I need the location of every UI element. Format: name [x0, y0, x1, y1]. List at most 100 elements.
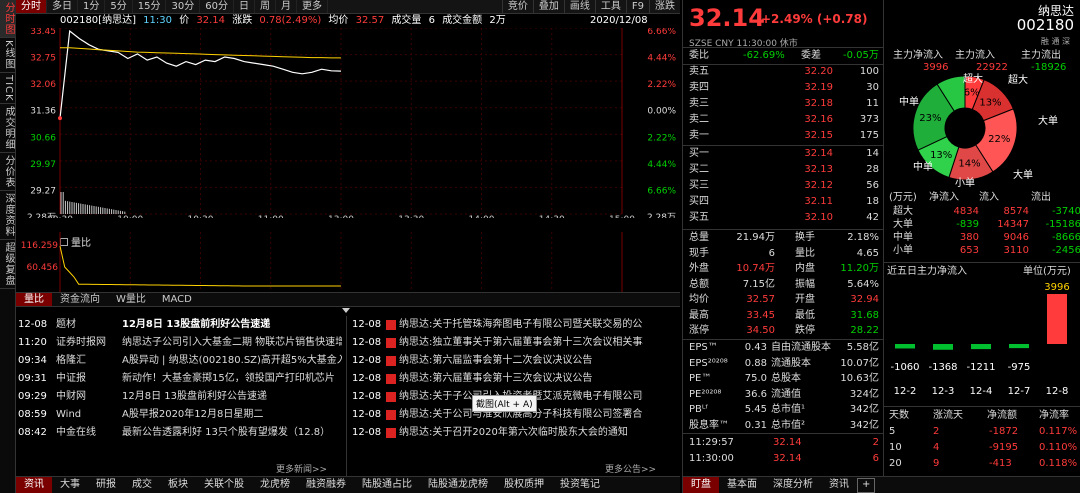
period-tab-2[interactable]: 1分 — [78, 0, 106, 13]
period-tab-4[interactable]: 15分 — [133, 0, 167, 13]
period-tab-0[interactable]: 分时 — [16, 0, 47, 13]
period-tab-6[interactable]: 60分 — [200, 0, 234, 13]
volume-ratio-chart[interactable]: 116.259 60.456 — [16, 232, 680, 292]
stat-value: 21.94万 — [736, 232, 775, 243]
tool-button-4[interactable]: F9 — [625, 0, 649, 13]
info-tab-6[interactable]: 龙虎榜 — [252, 477, 298, 493]
news-row[interactable]: 09:29 中财网 12月8日 13股盘前利好公告速递 — [16, 388, 346, 406]
period-tab-9[interactable]: 月 — [276, 0, 297, 13]
info-tab-9[interactable]: 陆股通龙虎榜 — [420, 477, 496, 493]
period-tab-10[interactable]: 更多 — [297, 0, 328, 13]
collapse-caret-icon[interactable] — [342, 308, 350, 313]
news-row[interactable]: 08:42 中金在线 最新公告透露利好 13只个股有望爆发（12.8） — [16, 424, 346, 442]
quote-tab-2[interactable]: 深度分析 — [765, 477, 821, 493]
book-volume: 18 — [866, 196, 879, 207]
info-tab-4[interactable]: 板块 — [160, 477, 196, 493]
announcement-title: 纳思达:第六届董事会第十三次会议决议公告 — [399, 373, 593, 384]
news-source: 中财网 — [56, 391, 86, 402]
period-tab-1[interactable]: 多日 — [47, 0, 78, 13]
fund-value: 0.43 — [744, 342, 767, 353]
more-news-link[interactable]: 更多新闻>> — [276, 462, 327, 475]
info-tab-2[interactable]: 研报 — [88, 477, 124, 493]
tool-button-0[interactable]: 竞价 — [501, 0, 533, 13]
y2-tick: 6.66% — [647, 186, 676, 196]
period-tab-8[interactable]: 周 — [255, 0, 276, 13]
fund-label: EPS™ — [689, 342, 718, 353]
left-tab-5[interactable]: 深度资料 — [0, 191, 16, 241]
stock-tags: 融 通 深 — [1040, 37, 1070, 46]
announcement-row[interactable]: 12-08 纳思达:关于托管珠海奔图电子有限公司暨关联交易的公告 — [348, 316, 648, 334]
add-tab-icon[interactable]: + — [857, 478, 876, 493]
five-day-bar — [933, 344, 953, 350]
news-source: 中金在线 — [56, 427, 96, 438]
period-tab-3[interactable]: 5分 — [105, 0, 133, 13]
left-tab-1[interactable]: K线图 — [0, 38, 16, 73]
intraday-price-chart[interactable]: 33.45 32.75 32.06 31.36 30.66 29.97 29.27 2.28万… — [16, 28, 680, 218]
info-tab-5[interactable]: 关联个股 — [196, 477, 252, 493]
info-tab-11[interactable]: 投资笔记 — [552, 477, 608, 493]
info-tab-10[interactable]: 股权质押 — [496, 477, 552, 493]
tool-button-2[interactable]: 画线 — [563, 0, 595, 13]
news-row[interactable]: 11:20 证券时报网 纳思达子公司引入大基金二期 物联芯片销售快速增长 — [16, 334, 346, 352]
fund-label: PE²⁰²⁰⁸ — [689, 388, 722, 400]
indicator-tab-2[interactable]: W量比 — [108, 293, 154, 306]
announcement-row[interactable]: 12-08 纳思达:独立董事关于第六届董事会第十三次会议相关事项的独立意见 — [348, 334, 648, 352]
stat-label: 最高 — [689, 309, 709, 321]
y-tick: 32.75 — [30, 54, 56, 64]
indicator-tab-3[interactable]: MACD — [154, 293, 200, 306]
left-tab-6[interactable]: 超级复盘 — [0, 240, 16, 290]
days-cell: -413 — [989, 458, 1012, 469]
news-row[interactable]: 12-08 题材 12月8日 13股盘前利好公告速递 — [16, 316, 346, 334]
five-day-bar — [895, 344, 915, 349]
period-tab-5[interactable]: 30分 — [166, 0, 201, 13]
left-tab-3[interactable]: 成交明细 — [0, 104, 16, 154]
current-time: 11:30 — [143, 15, 172, 26]
pdf-icon — [386, 410, 396, 420]
info-tab-1[interactable]: 大事 — [52, 477, 88, 493]
period-tab-7[interactable]: 日 — [234, 0, 255, 13]
days-cell: -9195 — [989, 442, 1019, 453]
tool-button-1[interactable]: 叠加 — [532, 0, 564, 13]
five-day-date: 12-3 — [932, 386, 955, 397]
info-tab-7[interactable]: 融资融券 — [298, 477, 354, 493]
tool-button-3[interactable]: 工具 — [594, 0, 626, 13]
stat-label: 最低 — [795, 309, 815, 321]
left-tab-0[interactable]: 分时图 — [0, 0, 16, 38]
pie-label: 超大 — [963, 72, 983, 85]
info-tab-0[interactable]: 资讯 — [16, 477, 52, 493]
announcement-row[interactable]: 12-08 纳思达:第六届监事会第十二次会议决议公告 — [348, 352, 648, 370]
quote-tab-1[interactable]: 基本面 — [719, 477, 765, 493]
info-tab-8[interactable]: 陆股通占比 — [354, 477, 420, 493]
x-tick: 10:00 — [117, 215, 143, 218]
amt-label: 成交金额 — [442, 15, 483, 26]
weicha-value: -0.05万 — [843, 50, 879, 61]
book-level: 买二 — [689, 164, 709, 175]
indicator-tab-1[interactable]: 资金流向 — [52, 293, 108, 306]
news-row[interactable]: 09:31 中证报 新动作！大基金豪掷15亿，领投国产打印机芯片 — [16, 370, 346, 388]
quote-tab-3[interactable]: 资讯 — [821, 477, 857, 493]
quote-tab-0[interactable]: 盯盘 — [683, 477, 719, 493]
news-row[interactable]: 08:59 Wind A股早报2020年12月8日星期二 — [16, 406, 346, 424]
days-head: 涨流天 — [933, 410, 963, 421]
news-time: 09:29 — [18, 391, 47, 402]
announcement-date: 12-08 — [352, 427, 382, 438]
stat-label: 换手 — [795, 232, 815, 243]
fund-value: 10.07亿 — [840, 357, 879, 369]
more-announcements-link[interactable]: 更多公告>> — [605, 462, 656, 475]
indicator-tab-0[interactable]: 量比 — [16, 293, 52, 306]
news-time: 09:34 — [18, 355, 47, 366]
left-tab-2[interactable]: TICK — [0, 73, 16, 105]
left-tab-4[interactable]: 分价表 — [0, 153, 16, 192]
days-cell: 0.118% — [1039, 458, 1078, 469]
fund-value: 0.31 — [744, 419, 767, 431]
book-price: 32.14 — [804, 148, 833, 159]
chg-value: 0.78(2.49%) — [259, 15, 322, 26]
price-value: 32.14 — [196, 15, 226, 26]
announcement-row[interactable]: 12-08 纳思达:关于召开2020年第六次临时股东大会的通知 — [348, 424, 648, 442]
tool-button-5[interactable]: 涨跌 — [649, 0, 680, 13]
info-tab-3[interactable]: 成交 — [124, 477, 160, 493]
news-row[interactable]: 09:34 格隆汇 A股异动 | 纳思达(002180.SZ)高开超5%大基金入股 — [16, 352, 346, 370]
announcement-title: 纳思达:关于召开2020年第六次临时股东大会的通知 — [399, 427, 628, 438]
announcement-row[interactable]: 12-08 纳思达:第六届董事会第十三次会议决议公告 — [348, 370, 648, 388]
news-time: 12-08 — [18, 319, 48, 330]
